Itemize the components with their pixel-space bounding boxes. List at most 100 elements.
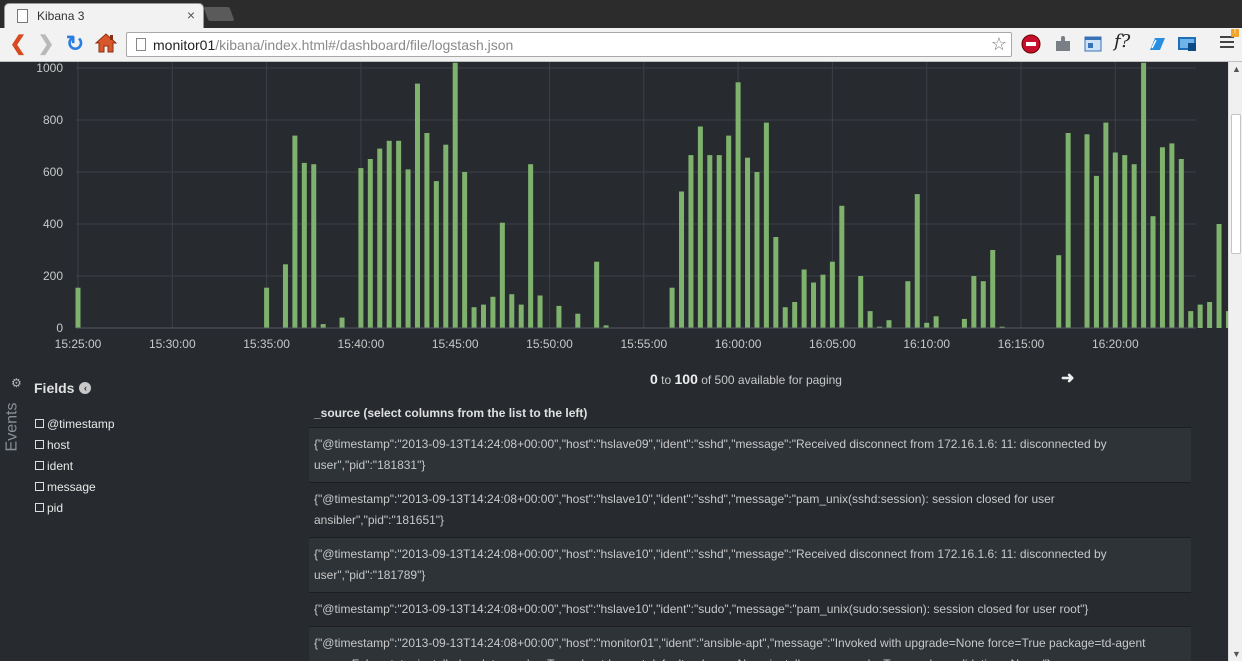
y-tick-label: 200 [43, 269, 63, 283]
address-bar[interactable]: monitor01/kibana/index.html#/dashboard/f… [126, 32, 1012, 57]
page-scrollbar[interactable]: ▲ ▼ [1228, 62, 1242, 661]
histogram-bar [1159, 147, 1165, 328]
histogram-bar [924, 322, 930, 328]
histogram-bar [537, 295, 543, 328]
field-checkbox[interactable] [35, 461, 44, 470]
y-tick-label: 400 [43, 217, 63, 231]
table-rows: {"@timestamp":"2013-09-13T14:24:08+00:00… [309, 428, 1191, 661]
histogram-bar [1197, 304, 1203, 328]
scroll-down-icon[interactable]: ▼ [1232, 649, 1241, 659]
histogram-chart: 15:25:00 15:30:00 15:35:00 15:40:00 15:45:00… [36, 62, 1228, 351]
bookmark-star-icon[interactable]: ☆ [991, 34, 1007, 55]
histogram-bar [396, 140, 402, 328]
field-label: @timestamp [47, 416, 115, 431]
table-row[interactable]: {"@timestamp":"2013-09-13T14:24:08+00:00… [309, 593, 1191, 627]
paging-suffix: of 500 available for paging [701, 373, 842, 387]
histogram-bar [707, 155, 713, 328]
table-row[interactable]: {"@timestamp":"2013-09-13T14:24:08+00:00… [309, 538, 1191, 593]
y-tick-label: 1000 [36, 62, 63, 75]
window-extension-icon[interactable] [1082, 33, 1104, 55]
page-icon [17, 9, 28, 23]
histogram-bar [320, 324, 326, 328]
back-icon[interactable]: ❮ [6, 32, 30, 56]
table-row[interactable]: {"@timestamp":"2013-09-13T14:24:08+00:00… [309, 428, 1191, 483]
field-item[interactable]: message [34, 476, 294, 497]
stop-extension-icon[interactable] [1020, 33, 1042, 55]
histogram-bar [1131, 164, 1137, 328]
browser-tab[interactable]: Kibana 3 × [4, 3, 204, 28]
screen-extension-icon[interactable] [1176, 33, 1198, 55]
function-extension-icon[interactable]: f? [1114, 31, 1136, 53]
collapse-fields-icon[interactable]: ‹ [79, 382, 92, 394]
histogram-bar [1122, 155, 1128, 328]
new-tab-button[interactable] [203, 7, 235, 21]
events-table: _source (select columns from the list to… [309, 398, 1191, 661]
histogram-bar [1169, 143, 1175, 328]
scrollbar-thumb[interactable] [1231, 114, 1241, 254]
histogram-bar [443, 144, 449, 328]
histogram-bar [990, 250, 996, 328]
histogram-bar [735, 82, 741, 328]
histogram-bar [471, 307, 477, 328]
histogram-bar [1188, 311, 1194, 328]
url-text: monitor01/kibana/index.html#/dashboard/f… [153, 37, 514, 53]
gear-icon[interactable]: ⚙ [11, 376, 22, 390]
events-label: Events [3, 402, 21, 452]
paging-info: 0 to 100 of 500 available for paging [650, 371, 842, 387]
reload-icon[interactable]: ↻ [63, 32, 87, 56]
histogram-bar [886, 320, 892, 328]
field-checkbox[interactable] [35, 440, 44, 449]
histogram-bar [301, 162, 307, 328]
field-label: pid [47, 500, 64, 515]
histogram-bar [414, 83, 420, 328]
events-panel-tab[interactable]: ⚙ Events [2, 376, 24, 456]
y-tick-label: 0 [56, 321, 63, 335]
scroll-up-icon[interactable]: ▲ [1232, 64, 1241, 74]
histogram-bar [716, 155, 722, 328]
field-checkbox[interactable] [35, 419, 44, 428]
source-column-header[interactable]: _source (select columns from the list to… [309, 398, 1191, 428]
histogram-bar [745, 157, 751, 328]
table-row[interactable]: {"@timestamp":"2013-09-13T14:24:08+00:00… [309, 627, 1191, 661]
field-item[interactable]: @timestamp [34, 413, 294, 434]
histogram-bar [961, 318, 967, 328]
histogram-bar [811, 282, 817, 328]
histogram-bar [452, 62, 458, 329]
x-tick-label: 15:55:00 [620, 337, 667, 351]
paging-from: 0 [650, 371, 658, 387]
note-extension-icon[interactable] [1146, 33, 1168, 55]
tab-close-icon[interactable]: × [187, 7, 195, 23]
histogram-bar [1216, 224, 1222, 328]
table-row[interactable]: {"@timestamp":"2013-09-13T14:24:08+00:00… [309, 483, 1191, 538]
histogram-bar [688, 155, 694, 328]
y-tick-label: 800 [43, 113, 63, 127]
field-label: ident [47, 458, 74, 473]
histogram-bar [282, 264, 288, 328]
histogram-bar [773, 237, 779, 328]
histogram-bar [820, 274, 826, 328]
histogram-bar [490, 296, 496, 328]
paging-to: 100 [674, 371, 698, 387]
tab-title: Kibana 3 [37, 9, 85, 23]
chrome-menu-icon[interactable]: ! [1220, 29, 1239, 50]
home-icon[interactable] [94, 31, 118, 55]
histogram-bar [1141, 62, 1147, 329]
histogram-bar [858, 276, 864, 328]
x-tick-label: 16:10:00 [903, 337, 950, 351]
field-checkbox[interactable] [35, 503, 44, 512]
puzzle-extension-icon[interactable] [1052, 33, 1074, 55]
histogram-bar [669, 287, 675, 328]
histogram-bar [1207, 302, 1213, 328]
field-item[interactable]: ident [34, 455, 294, 476]
next-page-icon[interactable]: ➜ [1061, 368, 1074, 388]
histogram-bar [754, 172, 760, 328]
field-item[interactable]: host [34, 434, 294, 455]
forward-icon[interactable]: ❯ [34, 32, 58, 56]
fields-panel: Fields ‹ @timestamp host ident message pid [34, 380, 294, 518]
histogram-bar [801, 269, 807, 328]
histogram-bar [292, 135, 298, 328]
field-checkbox[interactable] [35, 482, 44, 491]
field-item[interactable]: pid [34, 497, 294, 518]
update-badge: ! [1231, 29, 1239, 37]
field-label: message [47, 479, 96, 494]
